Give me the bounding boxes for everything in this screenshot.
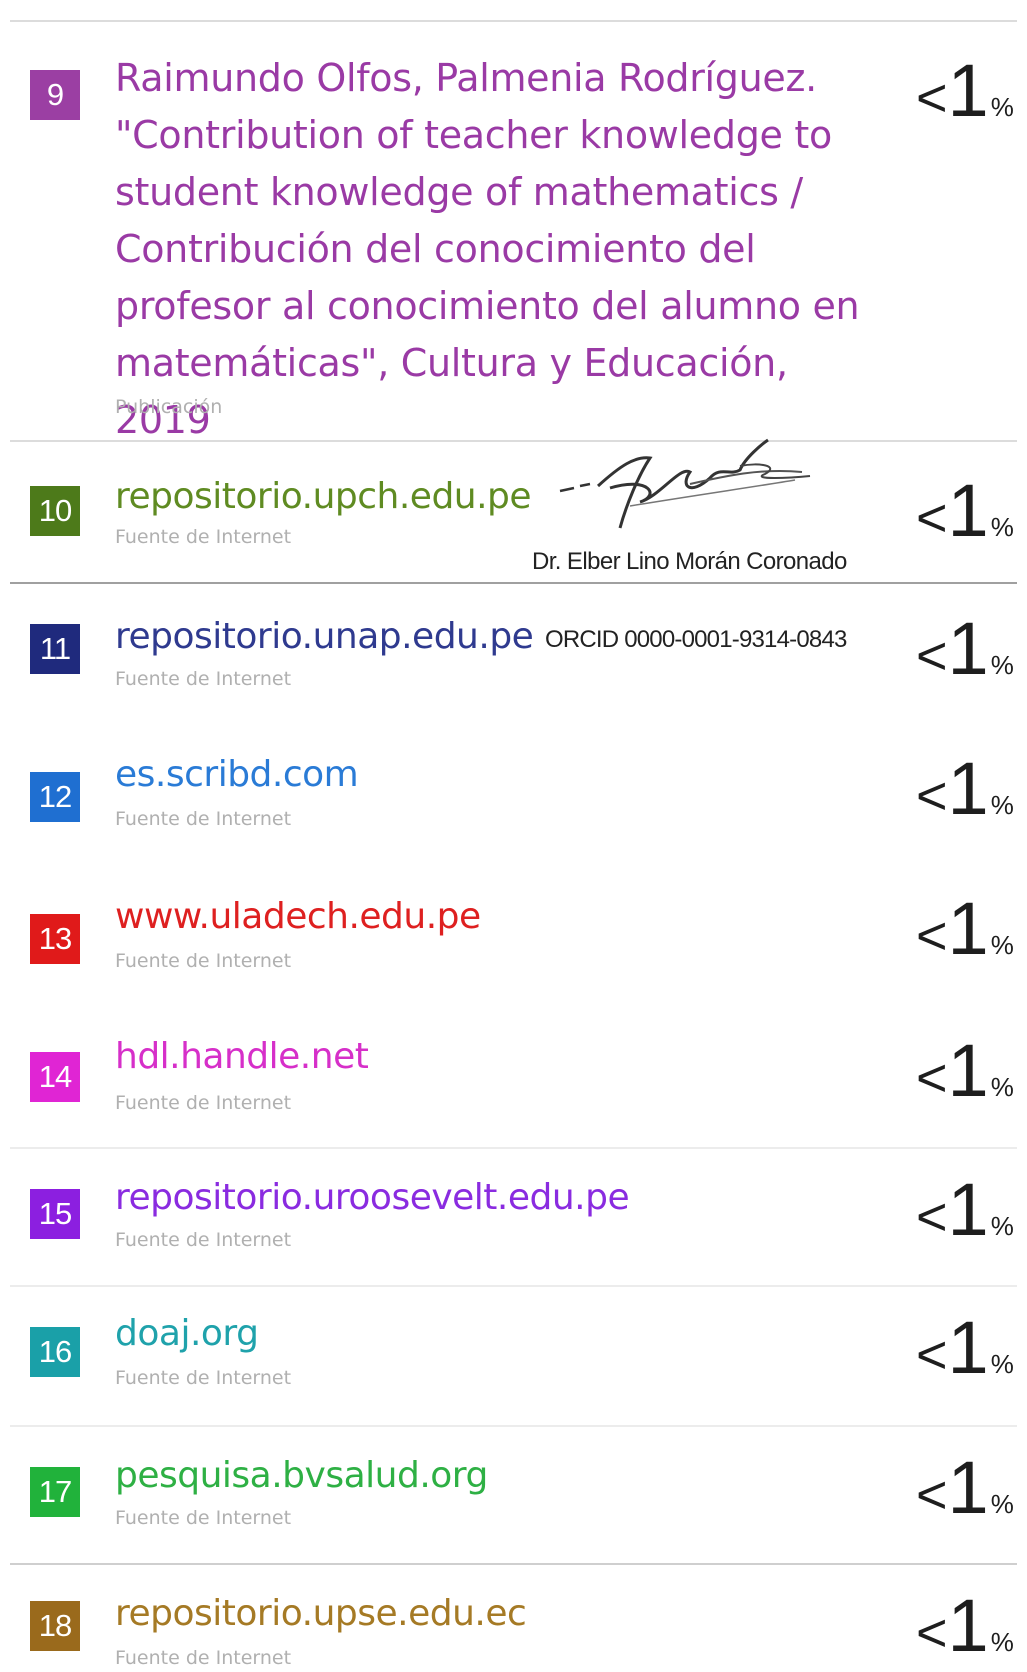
percent-symbol: % — [990, 1489, 1014, 1519]
source-title-link[interactable]: hdl.handle.net — [115, 1038, 369, 1076]
similarity-percentage: <1% — [916, 1583, 1014, 1668]
signatory-name: Dr. Elber Lino Morán Coronado — [532, 548, 847, 575]
source-type-label: Fuente de Internet — [115, 1092, 292, 1114]
percent-value: 1 — [947, 1584, 989, 1667]
percent-value: 1 — [947, 747, 989, 830]
source-type-label: Fuente de Internet — [115, 1647, 292, 1669]
source-type-label: Fuente de Internet — [115, 1367, 292, 1389]
source-number-badge: 15 — [30, 1189, 80, 1239]
percent-less-than: < — [916, 626, 948, 686]
percent-less-than: < — [916, 1048, 948, 1108]
percent-symbol: % — [990, 1349, 1014, 1379]
percent-value: 1 — [947, 49, 989, 132]
source-title-link[interactable]: repositorio.uroosevelt.edu.pe — [115, 1179, 630, 1217]
percent-less-than: < — [916, 1603, 948, 1663]
source-type-label: Fuente de Internet — [115, 1229, 292, 1251]
percent-value: 1 — [947, 1168, 989, 1251]
source-entry: 10 repositorio.upch.edu.pe Fuente de Int… — [0, 442, 1027, 582]
percent-less-than: < — [916, 906, 948, 966]
percent-less-than: < — [916, 766, 948, 826]
source-title-link[interactable]: es.scribd.com — [115, 756, 359, 794]
percent-symbol: % — [990, 930, 1014, 960]
source-number-badge: 12 — [30, 772, 80, 822]
source-type-label: Fuente de Internet — [115, 950, 292, 972]
source-entry: 13 www.uladech.edu.pe Fuente de Internet… — [0, 864, 1027, 1004]
similarity-percentage: <1% — [916, 746, 1014, 831]
percent-less-than: < — [916, 488, 948, 548]
percent-value: 1 — [947, 1306, 989, 1389]
similarity-percentage: <1% — [916, 1305, 1014, 1390]
similarity-percentage: <1% — [916, 886, 1014, 971]
similarity-percentage: <1% — [916, 1167, 1014, 1252]
source-entry: 14 hdl.handle.net Fuente de Internet <1% — [0, 1004, 1027, 1147]
source-title-link[interactable]: doaj.org — [115, 1315, 259, 1353]
similarity-percentage: <1% — [916, 1028, 1014, 1113]
source-entry: 16 doaj.org Fuente de Internet <1% — [0, 1287, 1027, 1425]
source-entry: 17 pesquisa.bvsalud.org Fuente de Intern… — [0, 1427, 1027, 1563]
source-number-badge: 14 — [30, 1052, 80, 1102]
source-title-link[interactable]: pesquisa.bvsalud.org — [115, 1457, 488, 1495]
percent-symbol: % — [990, 1072, 1014, 1102]
handwritten-signature — [559, 438, 811, 529]
percent-symbol: % — [990, 790, 1014, 820]
percent-value: 1 — [947, 1029, 989, 1112]
source-entry: 11 repositorio.unap.edu.pe Fuente de Int… — [0, 584, 1027, 724]
source-entry: 9 Raimundo Olfos, Palmenia Rodríguez. "C… — [0, 0, 1027, 442]
similarity-percentage: <1% — [916, 48, 1014, 133]
percent-value: 1 — [947, 469, 989, 552]
source-number-badge: 16 — [30, 1327, 80, 1377]
percent-symbol: % — [990, 1211, 1014, 1241]
source-number-badge: 10 — [30, 486, 80, 536]
similarity-percentage: <1% — [916, 1445, 1014, 1530]
source-type-label: Fuente de Internet — [115, 808, 292, 830]
source-number-badge: 11 — [30, 624, 80, 674]
percent-symbol: % — [990, 512, 1014, 542]
percent-value: 1 — [947, 607, 989, 690]
percent-symbol: % — [990, 92, 1014, 122]
source-type-label: Fuente de Internet — [115, 526, 292, 548]
source-title-link[interactable]: Raimundo Olfos, Palmenia Rodríguez. "Con… — [115, 50, 875, 449]
source-number-badge: 9 — [30, 70, 80, 120]
source-title-link[interactable]: www.uladech.edu.pe — [115, 898, 481, 936]
percent-less-than: < — [916, 1325, 948, 1385]
source-title-link[interactable]: repositorio.unap.edu.pe — [115, 618, 534, 656]
percent-value: 1 — [947, 887, 989, 970]
percent-symbol: % — [990, 1627, 1014, 1657]
percent-less-than: < — [916, 1465, 948, 1525]
source-entry: 18 repositorio.upse.edu.ec Fuente de Int… — [0, 1565, 1027, 1672]
source-entry: 12 es.scribd.com Fuente de Internet <1% — [0, 724, 1027, 864]
source-title-link[interactable]: repositorio.upch.edu.pe — [115, 478, 532, 516]
percent-value: 1 — [947, 1446, 989, 1529]
percent-less-than: < — [916, 1187, 948, 1247]
similarity-percentage: <1% — [916, 468, 1014, 553]
source-type-label: Publicación — [115, 396, 223, 418]
source-number-badge: 13 — [30, 914, 80, 964]
source-number-badge: 18 — [30, 1601, 80, 1651]
source-title-link[interactable]: repositorio.upse.edu.ec — [115, 1595, 527, 1633]
percent-symbol: % — [990, 650, 1014, 680]
source-entry: 15 repositorio.uroosevelt.edu.pe Fuente … — [0, 1149, 1027, 1285]
percent-less-than: < — [916, 68, 948, 128]
source-type-label: Fuente de Internet — [115, 1507, 292, 1529]
source-type-label: Fuente de Internet — [115, 668, 292, 690]
source-number-badge: 17 — [30, 1467, 80, 1517]
orcid-label: ORCID 0000-0001-9314-0843 — [545, 626, 847, 653]
similarity-percentage: <1% — [916, 606, 1014, 691]
